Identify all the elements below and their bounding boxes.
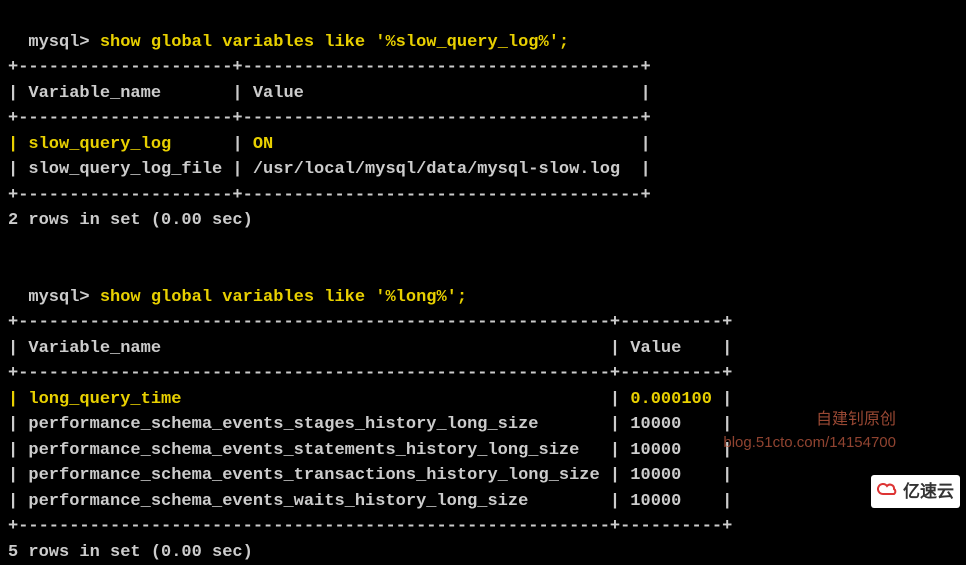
brand-logo: 亿速云: [871, 475, 960, 508]
table-border: +---------------------------------------…: [8, 514, 958, 540]
blank-line: [8, 234, 958, 260]
sql-command: show global variables like '%long%';: [100, 288, 467, 307]
table-border: +---------------------+-----------------…: [8, 183, 958, 209]
sql-command: show global variables like '%slow_query_…: [100, 33, 569, 52]
watermark-text: 自建钊原创: [816, 408, 896, 432]
variable-name: | long_query_time: [8, 390, 610, 409]
result-status: 5 rows in set (0.00 sec): [8, 540, 958, 565]
table-row: | slow_query_log_file | /usr/local/mysql…: [8, 157, 958, 183]
command-line-2[interactable]: mysql> show global variables like '%long…: [8, 259, 958, 310]
cloud-icon: [877, 478, 899, 505]
table-header: | Variable_name | Value |: [8, 81, 958, 107]
command-line-1[interactable]: mysql> show global variables like '%slow…: [8, 4, 958, 55]
table-row: | slow_query_log | ON |: [8, 132, 958, 158]
table-row: | performance_schema_events_waits_histor…: [8, 489, 958, 515]
table-header: | Variable_name | Value |: [8, 336, 958, 362]
table-border: +---------------------+-----------------…: [8, 55, 958, 81]
mysql-prompt: mysql>: [28, 33, 99, 52]
table-row: | performance_schema_events_transactions…: [8, 463, 958, 489]
result-status: 2 rows in set (0.00 sec): [8, 208, 958, 234]
variable-name: | slow_query_log: [8, 135, 232, 154]
variable-value: ON: [253, 135, 641, 154]
table-border: +---------------------+-----------------…: [8, 106, 958, 132]
variable-value: 0.000100: [630, 390, 722, 409]
watermark-url: blog.51cto.com/14154700: [723, 432, 896, 455]
table-border: +---------------------------------------…: [8, 310, 958, 336]
mysql-prompt: mysql>: [28, 288, 99, 307]
table-border: +---------------------------------------…: [8, 361, 958, 387]
brand-name: 亿速云: [903, 479, 954, 505]
